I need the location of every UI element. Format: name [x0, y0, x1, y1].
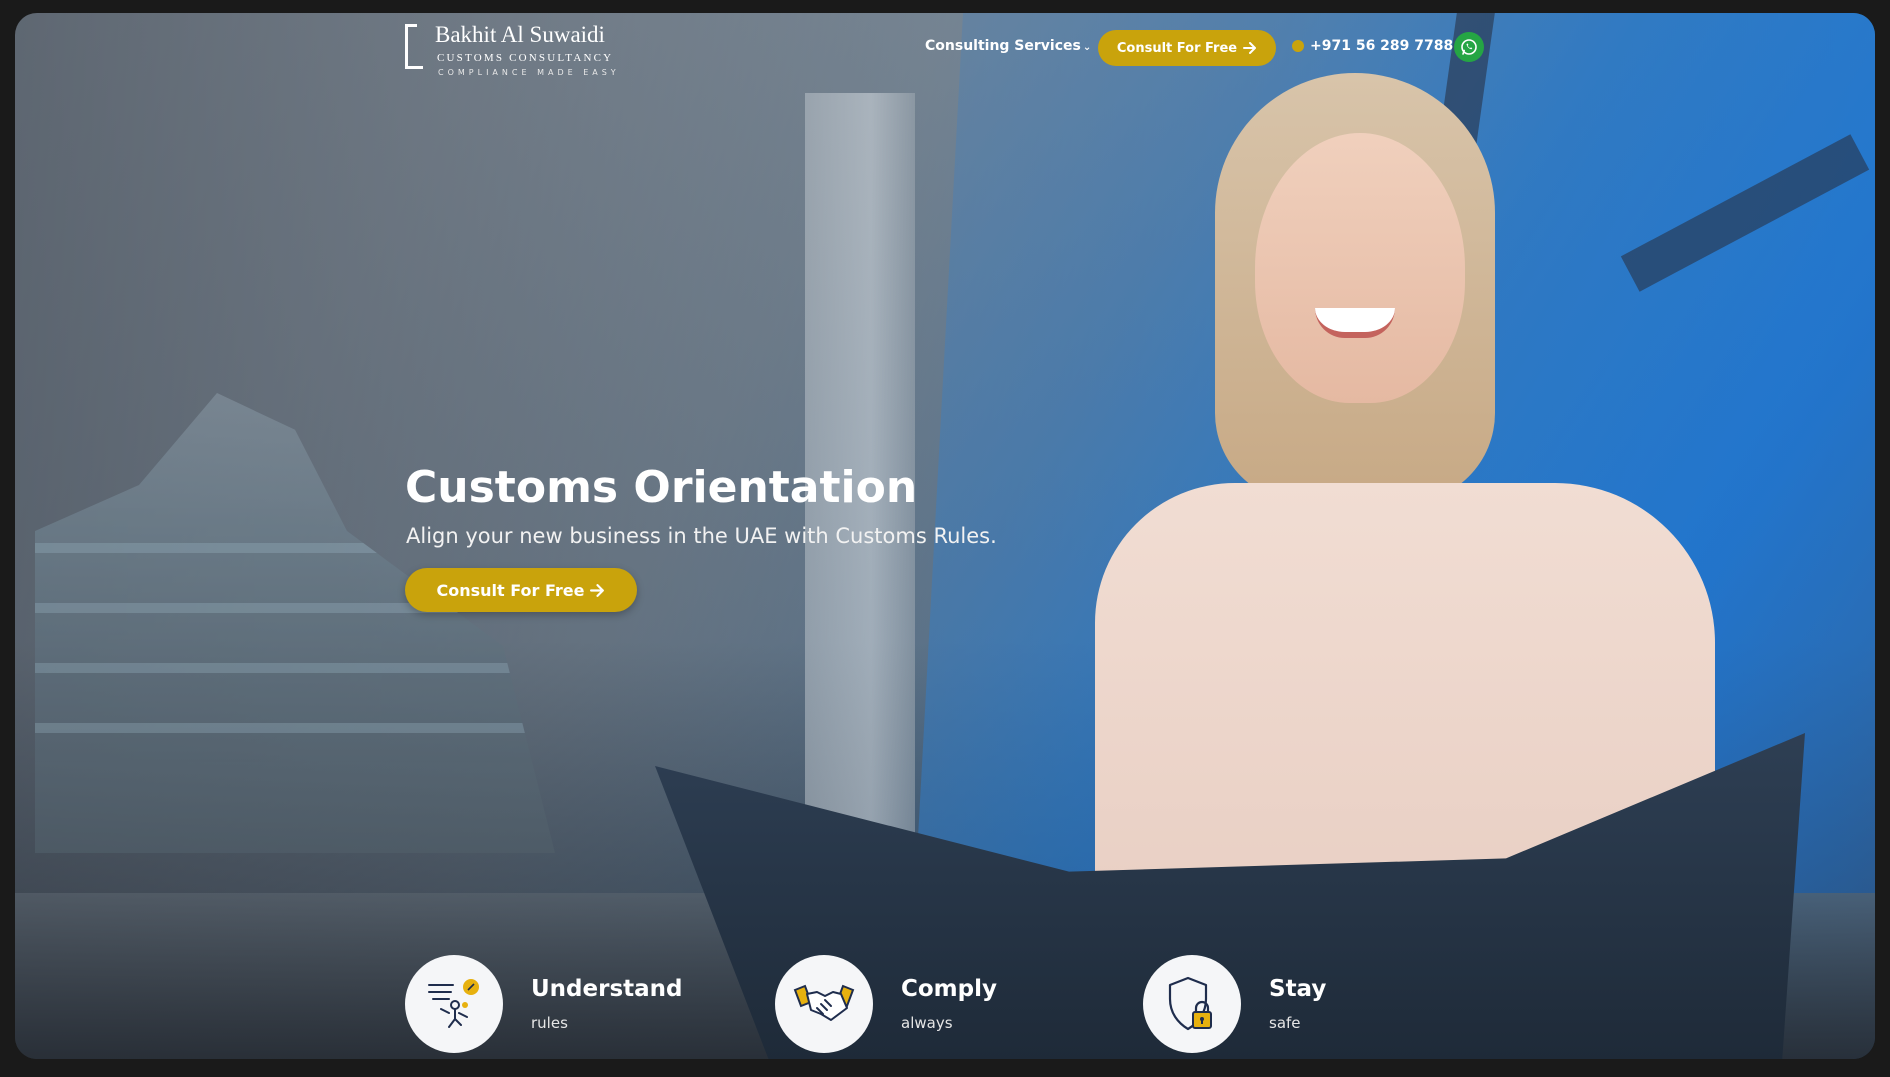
- feature-subtitle: rules: [531, 1014, 568, 1032]
- header-consult-button[interactable]: Consult For Free: [1098, 30, 1276, 66]
- nav-consulting-services-label: Consulting Services: [925, 38, 1081, 54]
- whatsapp-button[interactable]: [1454, 32, 1484, 62]
- hero-subtitle: Align your new business in the UAE with …: [406, 524, 997, 548]
- feature-comply: Comply always: [775, 955, 997, 1053]
- woman-face: [1255, 133, 1465, 403]
- understand-rules-icon: [428, 979, 479, 1028]
- phone-link[interactable]: +971 56 289 7788: [1292, 38, 1453, 54]
- brand-name: Bakhit Al Suwaidi: [435, 22, 605, 47]
- phone-icon: [1292, 40, 1304, 52]
- brand-subtitle: CUSTOMS CONSULTANCY: [437, 52, 614, 64]
- header-consult-label: Consult For Free: [1116, 40, 1238, 56]
- logo-mark-icon: [405, 24, 423, 69]
- hero-consult-label: Consult For Free: [436, 580, 585, 600]
- nav-consulting-services[interactable]: Consulting Services ⌄: [925, 38, 1091, 54]
- shield-lock-icon: [1168, 976, 1212, 1031]
- chevron-down-icon: ⌄: [1082, 42, 1092, 53]
- feature-subtitle: safe: [1269, 1014, 1301, 1032]
- arrow-right-icon: [1243, 42, 1257, 54]
- phone-number: +971 56 289 7788: [1310, 38, 1454, 54]
- feature-stay-safe: Stay safe: [1143, 955, 1326, 1053]
- site-logo[interactable]: Bakhit Al Suwaidi CUSTOMS CONSULTANCY CO…: [405, 22, 625, 82]
- arrow-right-icon: [590, 583, 605, 597]
- feature-icon-circle: [775, 955, 873, 1053]
- whatsapp-icon: [1461, 39, 1477, 55]
- feature-title: Comply: [901, 976, 997, 1002]
- handshake-icon: [793, 984, 855, 1021]
- hero-title: Customs Orientation: [405, 462, 918, 513]
- feature-icon-circle: [405, 955, 503, 1053]
- hero-consult-button[interactable]: Consult For Free: [405, 568, 637, 612]
- feature-icon-circle: [1143, 955, 1241, 1053]
- brand-tagline: COMPLIANCE MADE EASY: [438, 68, 620, 77]
- feature-title: Understand: [531, 976, 683, 1002]
- feature-understand: Understand rules: [405, 955, 683, 1053]
- feature-title: Stay: [1269, 976, 1327, 1002]
- feature-subtitle: always: [901, 1014, 953, 1032]
